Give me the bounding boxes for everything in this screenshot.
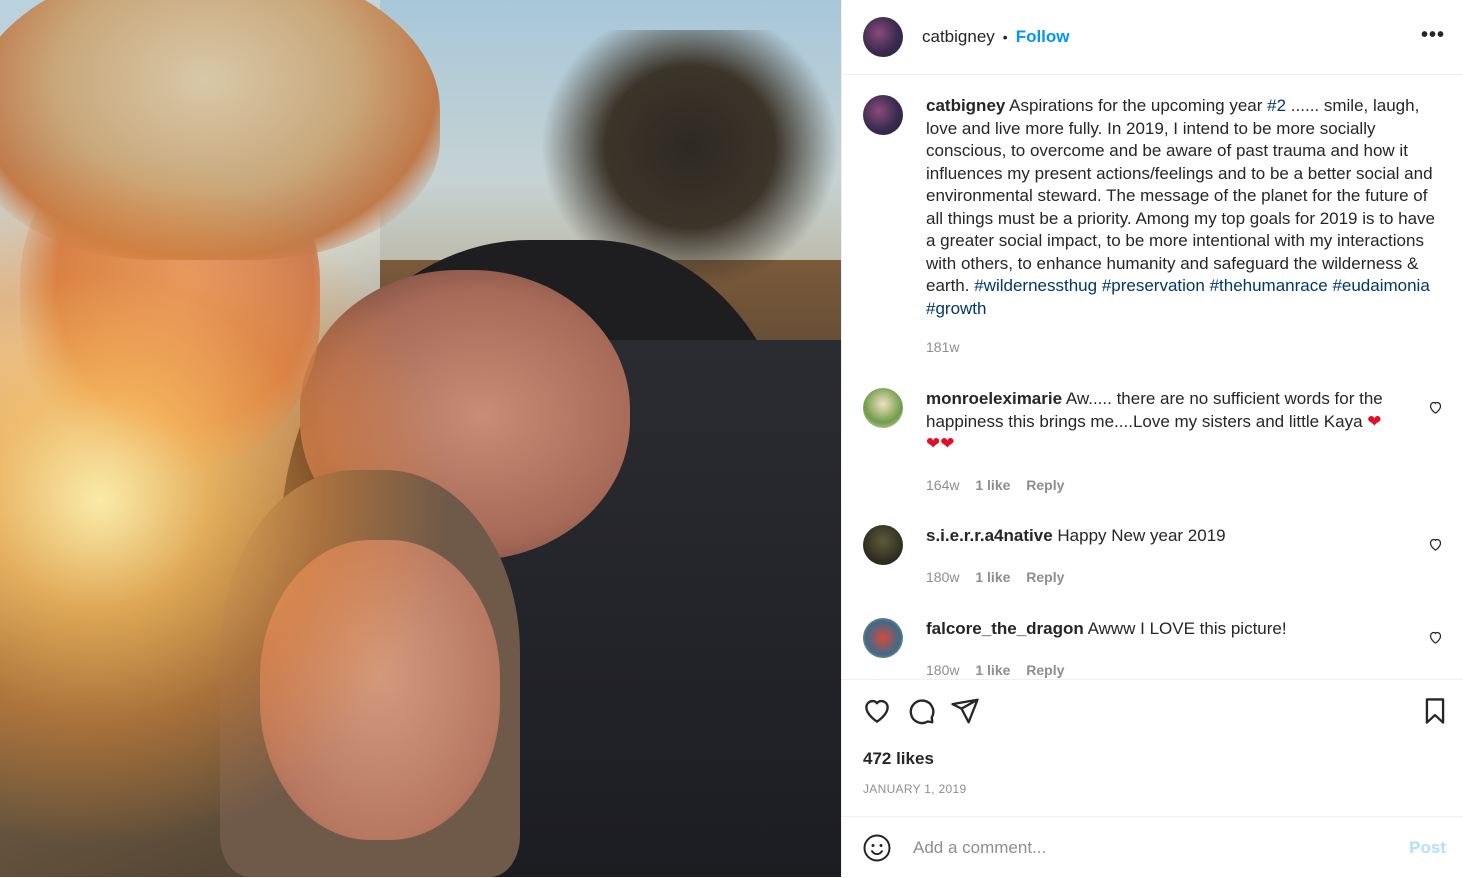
commenter-avatar[interactable] <box>863 388 903 428</box>
commenter-avatar[interactable] <box>863 618 903 658</box>
caption-meta: 181w <box>926 336 1436 359</box>
caption-age[interactable]: 181w <box>926 339 959 355</box>
hashtag-link[interactable]: #wildernessthug <box>974 276 1097 295</box>
commenter-avatar[interactable] <box>863 525 903 565</box>
hashtag-link[interactable]: #preservation <box>1102 276 1205 295</box>
like-heart-icon[interactable] <box>862 696 892 726</box>
comment-meta: 164w 1 like Reply <box>926 474 1436 497</box>
reply-button[interactable]: Reply <box>1026 569 1064 585</box>
post-photo[interactable] <box>0 0 841 877</box>
commenter-username[interactable]: falcore_the_dragon <box>926 619 1084 638</box>
comment-input[interactable] <box>911 836 1395 859</box>
post-button[interactable]: Post <box>1409 838 1446 858</box>
commenter-username[interactable]: s.i.e.r.r.a4native <box>926 526 1053 545</box>
comment-age[interactable]: 180w <box>926 569 959 585</box>
comments-list[interactable]: catbigney Aspirations for the upcoming y… <box>842 75 1463 679</box>
post-date[interactable]: JANUARY 1, 2019 <box>863 782 966 796</box>
comment-likes[interactable]: 1 like <box>975 569 1010 585</box>
more-options-icon[interactable]: ••• <box>1421 24 1445 47</box>
comment-item: monroeleximarie Aw..... there are no suf… <box>863 388 1453 496</box>
share-paper-plane-icon[interactable] <box>950 696 980 726</box>
caption-username[interactable]: catbigney <box>926 96 1005 115</box>
comment-item: falcore_the_dragon Awww I LOVE this pict… <box>863 618 1453 679</box>
commenter-username[interactable]: monroeleximarie <box>926 389 1062 408</box>
post-side-panel: catbigney • Follow ••• catbigney Aspirat… <box>841 0 1463 877</box>
caption: catbigney Aspirations for the upcoming y… <box>863 95 1453 359</box>
comment-likes[interactable]: 1 like <box>975 477 1010 493</box>
reply-button[interactable]: Reply <box>1026 477 1064 493</box>
hashtag-link[interactable]: #growth <box>926 299 986 318</box>
comment-age[interactable]: 180w <box>926 662 959 678</box>
likes-count[interactable]: 472 likes <box>863 749 934 769</box>
comment-bubble-icon[interactable] <box>906 696 936 726</box>
reply-button[interactable]: Reply <box>1026 662 1064 678</box>
comment-body: monroeleximarie Aw..... there are no suf… <box>926 388 1436 496</box>
caption-text: Aspirations for the upcoming year <box>1009 96 1263 115</box>
comment-body: s.i.e.r.r.a4native Happy New year 2019 1… <box>926 525 1436 588</box>
like-comment-icon[interactable] <box>1428 630 1443 645</box>
comment-item: s.i.e.r.r.a4native Happy New year 2019 1… <box>863 525 1453 588</box>
caption-text-continued: ...... smile, laugh, love and live more … <box>926 96 1436 295</box>
add-comment-bar: Post <box>842 816 1463 878</box>
post-viewer: catbigney • Follow ••• catbigney Aspirat… <box>0 0 1463 877</box>
author-avatar[interactable] <box>863 17 903 57</box>
comment-likes[interactable]: 1 like <box>975 662 1010 678</box>
heart-emoji: ❤ <box>1367 411 1382 431</box>
heart-emoji-line: ❤❤ <box>926 434 955 453</box>
caption-body: catbigney Aspirations for the upcoming y… <box>926 95 1436 359</box>
follow-button[interactable]: Follow <box>1016 27 1070 47</box>
comment-text: Happy New year 2019 <box>1057 526 1226 545</box>
hashtag-link[interactable]: #eudaimonia <box>1332 276 1429 295</box>
comment-body: falcore_the_dragon Awww I LOVE this pict… <box>926 618 1436 679</box>
post-actions: 472 likes JANUARY 1, 2019 <box>842 679 1463 817</box>
comment-text: Awww I LOVE this picture! <box>1087 619 1287 638</box>
comment-meta: 180w 1 like Reply <box>926 659 1436 680</box>
comment-meta: 180w 1 like Reply <box>926 566 1436 589</box>
caption-hashtag[interactable]: #2 <box>1267 96 1286 115</box>
action-icons <box>862 696 980 726</box>
comment-age[interactable]: 164w <box>926 477 959 493</box>
save-bookmark-icon[interactable] <box>1421 696 1449 726</box>
caption-avatar[interactable] <box>863 95 903 135</box>
post-header: catbigney • Follow ••• <box>842 0 1463 75</box>
emoji-smile-icon[interactable] <box>862 833 892 863</box>
hashtag-link[interactable]: #thehumanrace <box>1210 276 1328 295</box>
author-username[interactable]: catbigney <box>922 27 995 47</box>
like-comment-icon[interactable] <box>1428 400 1443 415</box>
separator-dot: • <box>1002 29 1008 45</box>
like-comment-icon[interactable] <box>1428 537 1443 552</box>
